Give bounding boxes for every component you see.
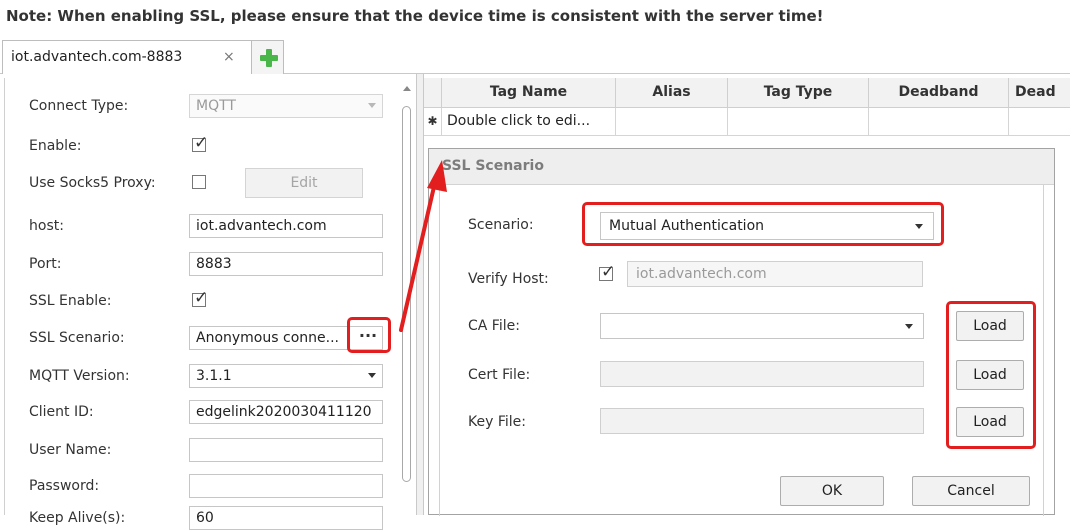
column-tag-name[interactable]: Tag Name: [442, 78, 616, 108]
cancel-button[interactable]: Cancel: [912, 476, 1030, 506]
ssl-scenario-dialog: SSL Scenario Scenario: Mutual Authentica…: [428, 148, 1055, 516]
mqtt-version-select[interactable]: 3.1.1: [189, 364, 383, 388]
edit-proxy-button[interactable]: Edit: [245, 168, 363, 198]
mqtt-version-value: 3.1.1: [196, 368, 232, 384]
checkmark-icon: ✓: [194, 288, 209, 308]
chevron-down-icon: [368, 373, 376, 378]
ssl-scenario-input[interactable]: Anonymous conne...: [189, 326, 383, 350]
panel-splitter[interactable]: [416, 74, 424, 515]
dialog-title: SSL Scenario: [442, 158, 544, 174]
scrollbar-thumb[interactable]: [402, 106, 411, 482]
password-label: Password:: [29, 478, 100, 494]
client-id-label: Client ID:: [29, 404, 94, 420]
client-id-input[interactable]: edgelink2020030411120: [189, 400, 383, 424]
tab-connection[interactable]: iot.advantech.com-8883 ×: [2, 40, 252, 74]
chevron-down-icon: [905, 324, 913, 329]
scenario-label: Scenario:: [468, 217, 534, 233]
key-file-label: Key File:: [468, 414, 526, 430]
checkmark-icon: ✓: [194, 133, 209, 153]
scenario-value: Mutual Authentication: [609, 218, 765, 234]
grid-header: Tag Name Alias Tag Type Deadband Dead: [424, 78, 1070, 108]
plus-icon: [260, 49, 278, 67]
verify-host-input: iot.advantech.com: [627, 261, 923, 287]
keep-alive-input[interactable]: 60: [189, 506, 383, 530]
connect-type-label: Connect Type:: [29, 98, 129, 114]
connect-type-value: MQTT: [196, 98, 236, 114]
ssl-scenario-value: Anonymous conne...: [196, 330, 339, 346]
column-tag-type[interactable]: Tag Type: [728, 78, 869, 108]
ssl-enable-label: SSL Enable:: [29, 293, 112, 309]
ssl-enable-checkbox[interactable]: ✓: [192, 288, 208, 308]
cert-file-input[interactable]: [600, 361, 924, 387]
checkmark-icon: ✓: [601, 262, 616, 282]
add-tab-button[interactable]: [252, 40, 284, 74]
column-dead[interactable]: Dead: [1009, 78, 1070, 108]
verify-host-checkbox[interactable]: ✓: [599, 262, 615, 282]
chevron-down-icon: [368, 103, 376, 108]
grid-corner: [424, 78, 442, 108]
socks5-checkbox[interactable]: [192, 175, 206, 189]
ssl-scenario-browse-button[interactable]: ···: [356, 327, 380, 349]
enable-label: Enable:: [29, 138, 82, 154]
table-cell[interactable]: [728, 108, 869, 136]
new-row-cell[interactable]: Double click to edi...: [442, 108, 616, 136]
chevron-down-icon: [915, 224, 923, 229]
ssl-scenario-label: SSL Scenario:: [29, 330, 125, 346]
dialog-body: Scenario: Mutual Authentication Verify H…: [439, 185, 1044, 516]
user-name-label: User Name:: [29, 442, 112, 458]
column-alias[interactable]: Alias: [616, 78, 728, 108]
tab-title: iot.advantech.com-8883: [11, 49, 183, 65]
verify-host-label: Verify Host:: [468, 271, 549, 287]
table-cell[interactable]: [869, 108, 1009, 136]
password-input[interactable]: [189, 474, 383, 498]
connection-settings-panel: Connect Type: MQTT Enable: ✓ Use Socks5 …: [4, 78, 416, 530]
tab-strip: iot.advantech.com-8883 ×: [0, 38, 1070, 74]
scroll-up-icon[interactable]: [403, 86, 411, 91]
table-cell[interactable]: [616, 108, 728, 136]
scenario-select[interactable]: Mutual Authentication: [600, 212, 934, 240]
close-tab-icon[interactable]: ×: [223, 41, 235, 73]
port-input[interactable]: 8883: [189, 252, 383, 276]
host-label: host:: [29, 218, 64, 234]
socks5-label: Use Socks5 Proxy:: [29, 175, 156, 191]
connect-type-select: MQTT: [189, 94, 383, 118]
enable-checkbox[interactable]: ✓: [192, 133, 208, 153]
user-name-input[interactable]: [189, 438, 383, 462]
key-file-input[interactable]: [600, 408, 924, 434]
mqtt-version-label: MQTT Version:: [29, 368, 130, 384]
table-row[interactable]: ✱ Double click to edi...: [424, 108, 1070, 136]
dialog-titlebar[interactable]: SSL Scenario: [429, 149, 1054, 185]
ssl-note: Note: When enabling SSL, please ensure t…: [6, 7, 824, 25]
column-deadband[interactable]: Deadband: [869, 78, 1009, 108]
load-key-button[interactable]: Load: [956, 407, 1024, 437]
new-row-icon: ✱: [424, 108, 442, 136]
cert-file-label: Cert File:: [468, 367, 531, 383]
host-input[interactable]: iot.advantech.com: [189, 214, 383, 238]
load-ca-button[interactable]: Load: [956, 311, 1024, 341]
ca-file-select[interactable]: [600, 313, 924, 339]
ca-file-label: CA File:: [468, 318, 520, 334]
left-panel-scrollbar[interactable]: [399, 78, 415, 515]
keep-alive-label: Keep Alive(s):: [29, 510, 126, 526]
load-cert-button[interactable]: Load: [956, 360, 1024, 390]
port-label: Port:: [29, 256, 62, 272]
ok-button[interactable]: OK: [780, 476, 884, 506]
